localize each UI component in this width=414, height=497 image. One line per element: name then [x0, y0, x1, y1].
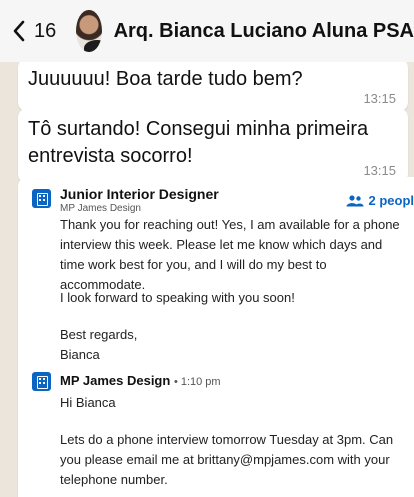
sender-name: MP James Design: [60, 373, 171, 388]
sender-time: • 1:10 pm: [173, 376, 221, 388]
people-link[interactable]: 2 peopl: [346, 193, 414, 208]
card-header: Junior Interior Designer MP James Design…: [18, 177, 414, 217]
signature-text: Bianca: [60, 347, 100, 362]
message-time: 13:15: [363, 91, 396, 106]
closing-text: I look forward to speaking with you soon…: [60, 290, 295, 305]
job-company: MP James Design: [60, 203, 141, 214]
unread-count: 16: [34, 19, 57, 42]
message-text: Tô surtando! Consegui minha primeira ent…: [28, 118, 369, 167]
reply-text: Thank you for reaching out! Yes, I am av…: [60, 217, 400, 292]
message-bubble[interactable]: Juuuuuu! Boa tarde tudo bem? 13:15: [18, 58, 408, 112]
company-building-icon: [32, 372, 51, 391]
greeting-text: Hi Bianca: [60, 395, 116, 410]
sign-off-text: Best regards,: [60, 327, 138, 342]
linkedin-screenshot-card[interactable]: Thank you for reaching out! Yes, I am av…: [18, 177, 414, 497]
people-count: 2 peopl: [368, 193, 414, 208]
back-button[interactable]: 16: [12, 20, 56, 43]
contact-name[interactable]: Arq. Bianca Luciano Aluna PSA: [114, 20, 414, 43]
company-building-icon: [32, 189, 51, 208]
job-title: Junior Interior Designer: [60, 186, 219, 202]
chevron-left-icon: [13, 20, 25, 42]
message-bubble[interactable]: Tô surtando! Consegui minha primeira ent…: [18, 108, 408, 184]
contact-avatar[interactable]: [76, 10, 102, 52]
message-time: 13:15: [363, 163, 396, 178]
chat-header: 16 Arq. Bianca Luciano Aluna PSA: [0, 0, 414, 62]
people-icon: [346, 194, 364, 206]
body-text: Lets do a phone interview tomorrow Tuesd…: [60, 432, 394, 487]
message-text: Juuuuuu! Boa tarde tudo bem?: [28, 68, 303, 90]
sender-line: MP James Design • 1:10 pm: [60, 373, 221, 388]
